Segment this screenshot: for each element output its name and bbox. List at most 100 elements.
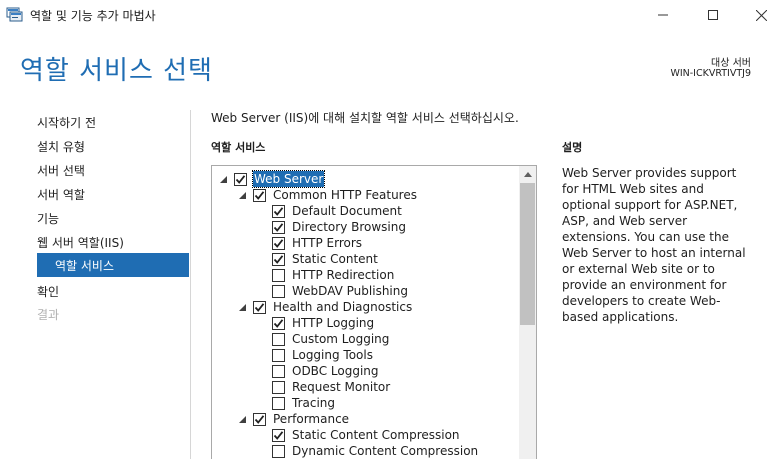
tree-item-checkbox[interactable]: [272, 236, 285, 250]
tree-item-checkbox[interactable]: [272, 268, 285, 282]
tree-item[interactable]: HTTP Errors: [256, 235, 363, 251]
tree-item-label: WebDAV Publishing: [292, 284, 408, 298]
tree-item[interactable]: Health and Diagnostics: [237, 299, 413, 315]
tree-item-checkbox[interactable]: [272, 444, 285, 458]
tree-item-checkbox[interactable]: [272, 396, 285, 410]
tree-item-label: Custom Logging: [292, 332, 390, 346]
tree-item-checkbox[interactable]: [272, 316, 285, 330]
collapse-arrow-icon[interactable]: [237, 411, 247, 427]
tree-item-label: Static Content Compression: [292, 428, 460, 442]
instruction-text: Web Server (IIS)에 대해 설치할 역할 서비스 선택하십시오.: [211, 111, 519, 125]
minimize-icon: [658, 14, 668, 16]
tree-item-label: Health and Diagnostics: [273, 300, 413, 314]
checkmark-icon: [273, 318, 284, 328]
target-server-name: WIN-ICKVRTIVTJ9: [670, 68, 751, 79]
title-bar: 역할 및 기능 추가 마법사: [0, 0, 777, 30]
tree-item[interactable]: Custom Logging: [256, 331, 390, 347]
checkmark-icon: [273, 254, 284, 264]
nav-item-role-services[interactable]: 역할 서비스: [37, 253, 189, 277]
scroll-up-arrow-icon: [523, 172, 532, 177]
tree-item[interactable]: Static Content: [256, 251, 379, 267]
collapse-arrow-icon[interactable]: [237, 187, 247, 203]
checkmark-icon: [273, 206, 284, 216]
tree-item[interactable]: Common HTTP Features: [237, 187, 418, 203]
tree-item-checkbox[interactable]: [272, 348, 285, 362]
tree-item[interactable]: Tracing: [256, 395, 336, 411]
tree-item[interactable]: Logging Tools: [256, 347, 374, 363]
tree-item-checkbox[interactable]: [234, 172, 247, 186]
checkmark-icon: [273, 238, 284, 248]
tree-item[interactable]: ODBC Logging: [256, 363, 380, 379]
scrollbar-thumb[interactable]: [520, 183, 535, 325]
checkmark-icon: [254, 190, 265, 200]
tree-item-label: HTTP Redirection: [292, 268, 395, 282]
tree-item-label: Logging Tools: [292, 348, 373, 362]
description-text: Web Server provides support for HTML Web…: [562, 166, 746, 324]
nav-item-web-server-role[interactable]: 웹 서버 역할(IIS): [37, 234, 124, 251]
tree-item-checkbox[interactable]: [253, 300, 266, 314]
tree-item[interactable]: Performance: [237, 411, 350, 427]
maximize-button[interactable]: [690, 0, 736, 30]
tree-item-checkbox[interactable]: [272, 332, 285, 346]
nav-item-server-roles[interactable]: 서버 역할: [37, 186, 85, 203]
tree-item-label: Directory Browsing: [292, 220, 406, 234]
tree-item[interactable]: WebDAV Publishing: [256, 283, 409, 299]
nav-item-before-you-begin[interactable]: 시작하기 전: [37, 114, 96, 131]
close-button[interactable]: [738, 0, 777, 30]
collapse-arrow-icon[interactable]: [237, 299, 247, 315]
tree-item-label: Web Server: [251, 170, 326, 188]
tree-item-label: HTTP Logging: [292, 316, 375, 330]
tree-item-label: ODBC Logging: [292, 364, 379, 378]
tree-item[interactable]: Default Document: [256, 203, 403, 219]
tree-item[interactable]: Static Content Compression: [256, 427, 461, 443]
role-services-heading: 역할 서비스: [211, 141, 266, 154]
tree-item-label: Performance: [273, 412, 350, 426]
tree-item-checkbox[interactable]: [253, 412, 266, 426]
tree-item-checkbox[interactable]: [272, 428, 285, 442]
minimize-button[interactable]: [640, 0, 686, 30]
tree-item-checkbox[interactable]: [272, 204, 285, 218]
tree-item[interactable]: Directory Browsing: [256, 219, 407, 235]
tree-item[interactable]: HTTP Logging: [256, 315, 375, 331]
nav-item-server-selection[interactable]: 서버 선택: [37, 162, 85, 179]
tree-item-label: Request Monitor: [292, 380, 391, 394]
tree-item-checkbox[interactable]: [272, 380, 285, 394]
server-manager-icon: [6, 6, 23, 22]
close-icon: [755, 9, 767, 21]
tree-item-checkbox[interactable]: [272, 364, 285, 378]
scroll-up-button[interactable]: [519, 166, 536, 183]
tree-item-checkbox[interactable]: [253, 188, 266, 202]
tree-item[interactable]: Web Server: [218, 170, 326, 188]
checkmark-icon: [273, 222, 284, 232]
tree-item-checkbox[interactable]: [272, 220, 285, 234]
checkmark-icon: [254, 302, 265, 312]
collapse-arrow-icon[interactable]: [218, 171, 228, 187]
nav-item-confirmation[interactable]: 확인: [37, 283, 59, 300]
tree-item[interactable]: Dynamic Content Compression: [256, 443, 479, 459]
nav-item-results: 결과: [37, 308, 60, 322]
nav-item-installation-type[interactable]: 설치 유형: [37, 138, 85, 155]
tree-item-label: Static Content: [292, 252, 378, 266]
vertical-scrollbar[interactable]: [519, 166, 536, 459]
tree-item-label: Common HTTP Features: [273, 188, 417, 202]
tree-item-checkbox[interactable]: [272, 252, 285, 266]
page-title: 역할 서비스 선택: [20, 56, 213, 86]
nav-item-role-services-label: 역할 서비스: [55, 259, 115, 273]
tree-item-label: Tracing: [292, 396, 336, 410]
tree-item[interactable]: Request Monitor: [256, 379, 391, 395]
nav-item-features[interactable]: 기능: [37, 210, 59, 227]
tree-item[interactable]: HTTP Redirection: [256, 267, 395, 283]
role-services-tree[interactable]: Web Server Common HTTP Features Default Do…: [211, 165, 537, 459]
tree-item-checkbox[interactable]: [272, 284, 285, 298]
target-server-label: 대상 서버: [711, 58, 751, 69]
